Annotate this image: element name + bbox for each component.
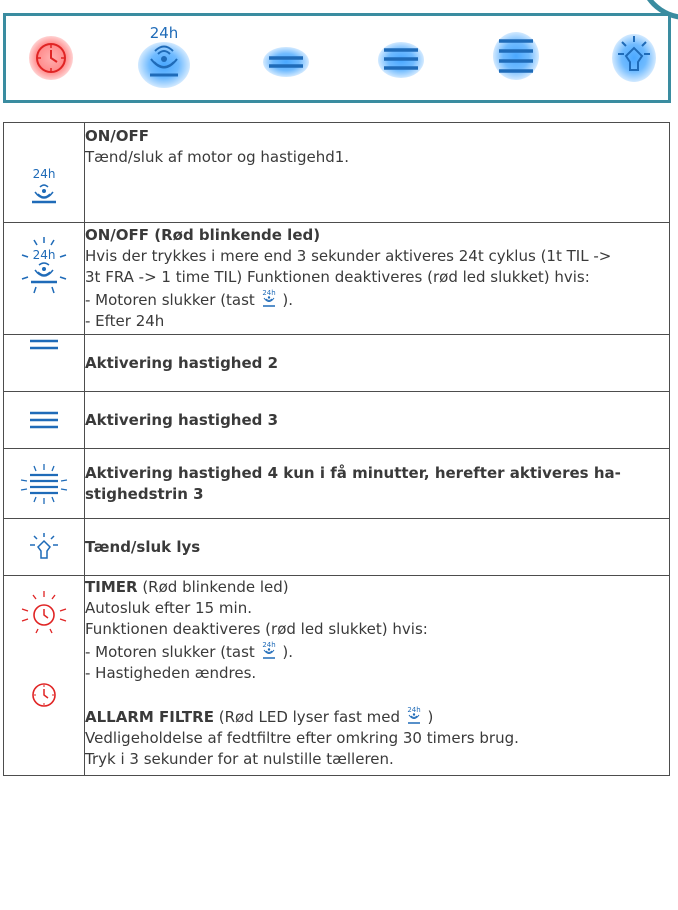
- speed-4-icon: [499, 39, 533, 73]
- row-line: - Hastigheden ændres.: [85, 664, 257, 682]
- badge-24h: 24h: [149, 24, 179, 42]
- icon-cell: [3, 448, 85, 519]
- row-title: ON/OFF: [85, 127, 150, 145]
- svg-text:24h: 24h: [262, 641, 275, 649]
- table-row: 24h ON/OFF (Rød blinkende led) Hvis der …: [3, 222, 670, 335]
- table-row: TIMER (Rød blinkende led) Autosluk efter…: [3, 575, 670, 776]
- icon-cell: [3, 575, 85, 776]
- row-line: stighedstrin 3: [85, 484, 204, 503]
- text-cell: ON/OFF (Rød blinkende led) Hvis der tryk…: [84, 222, 670, 335]
- light-bulb-icon: [30, 533, 58, 559]
- row-title: Aktivering hastighed 3: [85, 410, 279, 429]
- row-title: Aktivering hastighed 2: [85, 353, 279, 372]
- row-line: - Motoren slukker (tast 24h ).: [85, 288, 293, 309]
- timer-button[interactable]: [26, 33, 76, 83]
- speed-2-button[interactable]: [261, 41, 311, 81]
- row-line: Hvis der trykkes i mere end 3 sekunder a…: [85, 247, 612, 265]
- onoff-24h-icon: [150, 45, 178, 77]
- badge-24h: 24h: [32, 167, 56, 181]
- onoff-24h-blinking-icon: 24h: [21, 237, 67, 294]
- row-title: Tænd/sluk lys: [85, 537, 201, 556]
- text-cell: TIMER (Rød blinkende led) Autosluk efter…: [84, 575, 670, 776]
- timer-clock-icon: [32, 683, 56, 707]
- row-line: - Motoren slukker (tast 24h ).: [85, 640, 293, 661]
- row-text: Tænd/sluk af motor og hastigehd1.: [85, 148, 350, 166]
- icon-cell: [3, 334, 85, 392]
- speed-2-icon: [269, 56, 303, 68]
- light-button[interactable]: [606, 28, 662, 88]
- timer-blinking-icon: [21, 591, 67, 634]
- onoff-24h-icon: 24h: [260, 288, 278, 308]
- function-table: 24h ON/OFF Tænd/sluk af motor og hastige…: [3, 122, 670, 776]
- text-cell: Aktivering hastighed 3: [84, 391, 670, 449]
- text-cell: ON/OFF Tænd/sluk af motor og hastigehd1.: [84, 122, 670, 223]
- row-line: TIMER (Rød blinkende led): [85, 578, 289, 596]
- speed-3-icon: [30, 411, 58, 429]
- onoff-24h-icon: 24h: [260, 640, 278, 660]
- table-row: Tænd/sluk lys: [3, 518, 670, 576]
- text-cell: Aktivering hastighed 2: [84, 334, 670, 392]
- row-line: 3t FRA -> 1 time TIL) Funktionen deaktiv…: [85, 268, 590, 286]
- icon-cell: [3, 518, 85, 576]
- svg-text:24h: 24h: [407, 706, 420, 714]
- onoff-24h-icon: 24h: [405, 705, 423, 725]
- row-line: Tryk i 3 sekunder for at nulstille tælle…: [85, 750, 394, 768]
- table-row: Aktivering hastighed 3: [3, 391, 670, 449]
- text-cell: Aktivering hastighed 4 kun i få minutter…: [84, 448, 670, 519]
- timer-clock-icon: [36, 43, 66, 73]
- row-title: ON/OFF (Rød blinkende led): [85, 226, 321, 244]
- text-cell: Tænd/sluk lys: [84, 518, 670, 576]
- speed-2-icon: [30, 339, 58, 350]
- table-row: 24h ON/OFF Tænd/sluk af motor og hastige…: [3, 122, 670, 223]
- control-panel: 24h: [3, 13, 671, 103]
- onoff-button[interactable]: 24h: [136, 24, 192, 90]
- light-bulb-icon: [618, 36, 650, 71]
- svg-text:24h: 24h: [33, 248, 56, 262]
- speed-4-blinking-icon: [20, 463, 68, 504]
- row-line: Vedligeholdelse af fedtfiltre efter omkr…: [85, 729, 519, 747]
- row-line: Autosluk efter 15 min.: [85, 599, 252, 617]
- onoff-24h-icon: [32, 184, 56, 204]
- icon-cell: 24h: [3, 222, 85, 335]
- icon-cell: 24h: [3, 122, 85, 223]
- speed-4-button[interactable]: [491, 28, 541, 84]
- row-line: - Efter 24h: [85, 312, 165, 330]
- icon-cell: [3, 391, 85, 449]
- table-row: Aktivering hastighed 2: [3, 334, 670, 392]
- speed-3-icon: [384, 48, 418, 70]
- speed-3-button[interactable]: [376, 36, 426, 82]
- row-line: ALLARM FILTRE (Rød LED lyser fast med 24…: [85, 705, 434, 726]
- row-line: Funktionen deaktiveres (rød led slukket)…: [85, 620, 428, 638]
- svg-text:24h: 24h: [262, 289, 275, 297]
- table-row: Aktivering hastighed 4 kun i få minutter…: [3, 448, 670, 519]
- row-line: Aktivering hastighed 4 kun i få minutter…: [85, 463, 621, 482]
